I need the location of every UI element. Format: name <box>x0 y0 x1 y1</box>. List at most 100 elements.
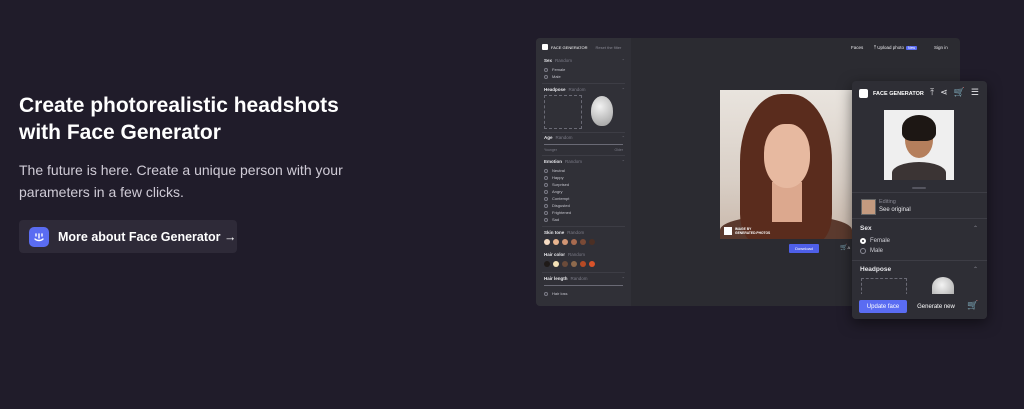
radio-icon <box>544 291 548 296</box>
cta-label: More about Face Generator → <box>58 229 237 244</box>
more-about-face-generator-button[interactable]: More about Face Generator → <box>19 220 237 253</box>
hair-length-section-title[interactable]: Hair length Random <box>544 276 588 281</box>
cart-icon[interactable]: 🛒 <box>967 300 978 311</box>
divider <box>542 83 625 84</box>
see-original-link[interactable]: See original <box>879 207 911 213</box>
nav-upload-photo-link[interactable]: ⤒ Upload photo New <box>874 45 918 50</box>
sex-section-title[interactable]: Sex Random <box>544 58 572 63</box>
radio-icon <box>544 196 548 201</box>
hero-title: Create photorealistic headshots with Fac… <box>19 94 339 144</box>
original-photo-thumbnail[interactable] <box>861 199 876 215</box>
sex-option-male[interactable]: Male <box>860 248 883 254</box>
age-max-label: Older <box>614 148 623 152</box>
emotion-option-frightened[interactable]: Frightened <box>544 210 571 215</box>
age-section-title[interactable]: Age Random <box>544 135 573 140</box>
head-3d-preview[interactable] <box>591 96 613 126</box>
nav-sign-in-link[interactable]: Sign in <box>934 45 948 50</box>
hair-swatch[interactable] <box>544 261 550 267</box>
filter-sidebar: FACE GENERATOR Reset the filter Sex Rando… <box>536 38 631 306</box>
skin-swatch[interactable] <box>562 239 568 245</box>
upload-icon: ⤒ <box>874 45 876 50</box>
mobile-app-preview: FACE GENERATOR ⤒ ⋖ 🛒 ☰ Editing See origi… <box>852 81 987 319</box>
drag-handle[interactable] <box>912 187 926 189</box>
divider <box>542 226 625 227</box>
chevron-up-icon[interactable]: ⌃ <box>973 225 978 232</box>
divider <box>852 260 987 261</box>
upload-icon[interactable]: ⤒ <box>930 87 934 98</box>
skin-swatch[interactable] <box>580 239 586 245</box>
headpose-grid[interactable] <box>544 95 582 129</box>
update-face-button[interactable]: Update face <box>859 300 907 313</box>
sex-option-male[interactable]: Male <box>544 74 561 79</box>
emotion-option-neutral[interactable]: Neutral <box>544 168 565 173</box>
chevron-up-icon[interactable]: ⌃ <box>622 87 625 92</box>
radio-icon <box>544 175 548 180</box>
sex-option-female[interactable]: Female <box>544 67 565 72</box>
new-badge: New <box>906 46 918 50</box>
skin-tone-section-title[interactable]: Skin tone Random <box>544 230 584 235</box>
generated-face-thumbnail <box>884 110 954 180</box>
chevron-up-icon[interactable]: ⌃ <box>622 276 625 281</box>
divider <box>542 132 625 133</box>
emotion-option-happy[interactable]: Happy <box>544 175 564 180</box>
divider <box>852 192 987 193</box>
radio-icon <box>544 168 548 173</box>
editing-label: Editing <box>879 199 896 205</box>
radio-icon <box>544 67 548 72</box>
mobile-brand-name: FACE GENERATOR <box>873 90 924 97</box>
emotion-option-angry[interactable]: Angry <box>544 189 562 194</box>
hair-color-swatches <box>544 261 595 267</box>
skin-swatch[interactable] <box>553 239 559 245</box>
nav-faces-link[interactable]: Faces <box>851 45 863 50</box>
generate-new-button[interactable]: Generate new <box>914 300 958 313</box>
skin-swatch[interactable] <box>589 239 595 245</box>
emotion-section-title[interactable]: Emotion Random <box>544 159 582 164</box>
chevron-up-icon[interactable]: ⌃ <box>622 159 625 164</box>
headpose-section-title[interactable]: Headpose <box>860 266 891 273</box>
brand-name: FACE GENERATOR <box>551 44 588 50</box>
cart-icon[interactable]: 🛒A <box>840 244 850 251</box>
reset-filter-link[interactable]: Reset the filter <box>596 45 622 50</box>
watermark: IMAGE BY GENERATED.PHOTOS <box>724 227 770 235</box>
hair-loss-option[interactable]: Hair loss <box>544 291 568 296</box>
brand-logo-icon <box>542 44 548 50</box>
chevron-up-icon[interactable]: ⌃ <box>973 266 978 273</box>
skin-swatch[interactable] <box>544 239 550 245</box>
radio-checked-icon <box>860 238 866 244</box>
chevron-up-icon[interactable]: ⌃ <box>622 58 625 63</box>
download-button[interactable]: Download <box>789 244 819 253</box>
brand-logo-icon <box>859 89 868 98</box>
cart-icon[interactable]: 🛒 <box>954 87 965 98</box>
radio-icon <box>544 210 548 215</box>
radio-icon <box>544 203 548 208</box>
hair-color-section-title[interactable]: Hair color Random <box>544 252 585 257</box>
age-min-label: Younger <box>544 148 557 152</box>
hair-length-slider[interactable] <box>544 285 623 286</box>
menu-icon[interactable]: ☰ <box>971 87 979 98</box>
sex-section-title[interactable]: Sex <box>860 225 872 232</box>
watermark-logo-icon <box>724 227 732 235</box>
emotion-option-contempt[interactable]: Contempt <box>544 196 569 201</box>
generated-face-image: IMAGE BY GENERATED.PHOTOS <box>720 90 852 239</box>
emotion-option-disgusted[interactable]: Disgusted <box>544 203 570 208</box>
share-icon[interactable]: ⋖ <box>940 87 948 98</box>
chevron-up-icon[interactable]: ⌃ <box>622 135 625 140</box>
radio-icon <box>544 182 548 187</box>
radio-icon <box>544 217 548 222</box>
radio-icon <box>860 248 866 254</box>
skin-swatch[interactable] <box>571 239 577 245</box>
skin-tone-swatches <box>544 239 595 245</box>
hair-swatch[interactable] <box>562 261 568 267</box>
hair-swatch[interactable] <box>571 261 577 267</box>
divider <box>542 155 625 156</box>
radio-icon <box>544 74 548 79</box>
hair-swatch[interactable] <box>553 261 559 267</box>
hair-swatch[interactable] <box>589 261 595 267</box>
emotion-option-surprised[interactable]: Surprised <box>544 182 569 187</box>
headpose-section-title[interactable]: Headpose Random <box>544 87 586 92</box>
emotion-option-sad[interactable]: Sad <box>544 217 559 222</box>
hero-subtitle: The future is here. Create a unique pers… <box>19 162 343 200</box>
hair-swatch[interactable] <box>580 261 586 267</box>
age-slider[interactable] <box>544 144 623 145</box>
sex-option-female[interactable]: Female <box>860 238 890 244</box>
